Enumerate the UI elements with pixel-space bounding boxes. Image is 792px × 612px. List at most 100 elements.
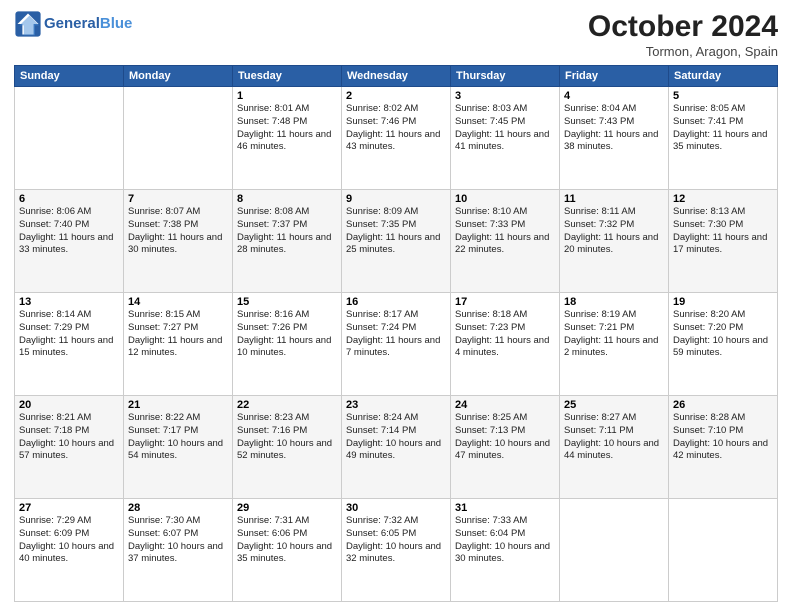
logo-icon [14, 10, 42, 38]
day-cell [669, 499, 778, 602]
day-number: 7 [128, 193, 228, 205]
logo-general: General [44, 15, 100, 32]
day-number: 12 [673, 193, 773, 205]
day-info: Sunrise: 7:32 AM Sunset: 6:05 PM Dayligh… [346, 515, 446, 566]
day-info: Sunrise: 8:19 AM Sunset: 7:21 PM Dayligh… [564, 309, 664, 360]
day-number: 27 [19, 502, 119, 514]
day-number: 6 [19, 193, 119, 205]
calendar-table: SundayMondayTuesdayWednesdayThursdayFrid… [14, 65, 778, 602]
day-cell: 28Sunrise: 7:30 AM Sunset: 6:07 PM Dayli… [124, 499, 233, 602]
day-info: Sunrise: 8:22 AM Sunset: 7:17 PM Dayligh… [128, 412, 228, 463]
day-info: Sunrise: 8:04 AM Sunset: 7:43 PM Dayligh… [564, 103, 664, 154]
day-number: 15 [237, 296, 337, 308]
day-cell: 14Sunrise: 8:15 AM Sunset: 7:27 PM Dayli… [124, 293, 233, 396]
day-cell: 9Sunrise: 8:09 AM Sunset: 7:35 PM Daylig… [342, 190, 451, 293]
logo-text: GeneralBlue [44, 16, 132, 33]
day-cell: 5Sunrise: 8:05 AM Sunset: 7:41 PM Daylig… [669, 87, 778, 190]
day-info: Sunrise: 8:07 AM Sunset: 7:38 PM Dayligh… [128, 206, 228, 257]
day-cell: 8Sunrise: 8:08 AM Sunset: 7:37 PM Daylig… [233, 190, 342, 293]
day-number: 5 [673, 90, 773, 102]
day-info: Sunrise: 8:10 AM Sunset: 7:33 PM Dayligh… [455, 206, 555, 257]
day-cell: 19Sunrise: 8:20 AM Sunset: 7:20 PM Dayli… [669, 293, 778, 396]
day-number: 25 [564, 399, 664, 411]
day-cell: 16Sunrise: 8:17 AM Sunset: 7:24 PM Dayli… [342, 293, 451, 396]
weekday-monday: Monday [124, 66, 233, 87]
day-info: Sunrise: 8:18 AM Sunset: 7:23 PM Dayligh… [455, 309, 555, 360]
day-cell: 6Sunrise: 8:06 AM Sunset: 7:40 PM Daylig… [15, 190, 124, 293]
day-number: 9 [346, 193, 446, 205]
day-cell: 15Sunrise: 8:16 AM Sunset: 7:26 PM Dayli… [233, 293, 342, 396]
day-info: Sunrise: 8:06 AM Sunset: 7:40 PM Dayligh… [19, 206, 119, 257]
day-info: Sunrise: 8:01 AM Sunset: 7:48 PM Dayligh… [237, 103, 337, 154]
day-number: 2 [346, 90, 446, 102]
day-info: Sunrise: 8:16 AM Sunset: 7:26 PM Dayligh… [237, 309, 337, 360]
day-cell: 4Sunrise: 8:04 AM Sunset: 7:43 PM Daylig… [560, 87, 669, 190]
day-number: 26 [673, 399, 773, 411]
day-info: Sunrise: 8:09 AM Sunset: 7:35 PM Dayligh… [346, 206, 446, 257]
day-info: Sunrise: 8:08 AM Sunset: 7:37 PM Dayligh… [237, 206, 337, 257]
day-info: Sunrise: 8:14 AM Sunset: 7:29 PM Dayligh… [19, 309, 119, 360]
weekday-wednesday: Wednesday [342, 66, 451, 87]
month-title: October 2024 [588, 10, 778, 43]
week-row-3: 13Sunrise: 8:14 AM Sunset: 7:29 PM Dayli… [15, 293, 778, 396]
day-number: 30 [346, 502, 446, 514]
day-cell: 27Sunrise: 7:29 AM Sunset: 6:09 PM Dayli… [15, 499, 124, 602]
day-number: 4 [564, 90, 664, 102]
day-cell: 25Sunrise: 8:27 AM Sunset: 7:11 PM Dayli… [560, 396, 669, 499]
day-number: 16 [346, 296, 446, 308]
day-cell: 12Sunrise: 8:13 AM Sunset: 7:30 PM Dayli… [669, 190, 778, 293]
day-cell: 7Sunrise: 8:07 AM Sunset: 7:38 PM Daylig… [124, 190, 233, 293]
day-cell: 17Sunrise: 8:18 AM Sunset: 7:23 PM Dayli… [451, 293, 560, 396]
title-block: October 2024 Tormon, Aragon, Spain [588, 10, 778, 59]
day-cell: 2Sunrise: 8:02 AM Sunset: 7:46 PM Daylig… [342, 87, 451, 190]
day-info: Sunrise: 7:30 AM Sunset: 6:07 PM Dayligh… [128, 515, 228, 566]
weekday-header-row: SundayMondayTuesdayWednesdayThursdayFrid… [15, 66, 778, 87]
week-row-2: 6Sunrise: 8:06 AM Sunset: 7:40 PM Daylig… [15, 190, 778, 293]
header: GeneralBlue October 2024 Tormon, Aragon,… [14, 10, 778, 59]
day-number: 18 [564, 296, 664, 308]
day-info: Sunrise: 8:24 AM Sunset: 7:14 PM Dayligh… [346, 412, 446, 463]
day-info: Sunrise: 7:33 AM Sunset: 6:04 PM Dayligh… [455, 515, 555, 566]
day-cell: 10Sunrise: 8:10 AM Sunset: 7:33 PM Dayli… [451, 190, 560, 293]
day-info: Sunrise: 8:03 AM Sunset: 7:45 PM Dayligh… [455, 103, 555, 154]
day-info: Sunrise: 8:15 AM Sunset: 7:27 PM Dayligh… [128, 309, 228, 360]
week-row-1: 1Sunrise: 8:01 AM Sunset: 7:48 PM Daylig… [15, 87, 778, 190]
day-number: 1 [237, 90, 337, 102]
day-number: 21 [128, 399, 228, 411]
week-row-5: 27Sunrise: 7:29 AM Sunset: 6:09 PM Dayli… [15, 499, 778, 602]
day-info: Sunrise: 7:29 AM Sunset: 6:09 PM Dayligh… [19, 515, 119, 566]
day-number: 24 [455, 399, 555, 411]
day-number: 28 [128, 502, 228, 514]
day-info: Sunrise: 8:28 AM Sunset: 7:10 PM Dayligh… [673, 412, 773, 463]
day-cell [124, 87, 233, 190]
day-cell [15, 87, 124, 190]
day-cell: 22Sunrise: 8:23 AM Sunset: 7:16 PM Dayli… [233, 396, 342, 499]
day-cell: 21Sunrise: 8:22 AM Sunset: 7:17 PM Dayli… [124, 396, 233, 499]
weekday-thursday: Thursday [451, 66, 560, 87]
day-info: Sunrise: 8:02 AM Sunset: 7:46 PM Dayligh… [346, 103, 446, 154]
weekday-friday: Friday [560, 66, 669, 87]
day-info: Sunrise: 8:20 AM Sunset: 7:20 PM Dayligh… [673, 309, 773, 360]
day-number: 19 [673, 296, 773, 308]
weekday-sunday: Sunday [15, 66, 124, 87]
day-cell: 24Sunrise: 8:25 AM Sunset: 7:13 PM Dayli… [451, 396, 560, 499]
day-cell: 1Sunrise: 8:01 AM Sunset: 7:48 PM Daylig… [233, 87, 342, 190]
day-cell: 30Sunrise: 7:32 AM Sunset: 6:05 PM Dayli… [342, 499, 451, 602]
day-cell: 18Sunrise: 8:19 AM Sunset: 7:21 PM Dayli… [560, 293, 669, 396]
day-info: Sunrise: 8:27 AM Sunset: 7:11 PM Dayligh… [564, 412, 664, 463]
logo-blue: Blue [100, 15, 133, 32]
day-number: 13 [19, 296, 119, 308]
day-number: 8 [237, 193, 337, 205]
day-info: Sunrise: 7:31 AM Sunset: 6:06 PM Dayligh… [237, 515, 337, 566]
subtitle: Tormon, Aragon, Spain [588, 44, 778, 59]
day-number: 11 [564, 193, 664, 205]
day-cell: 11Sunrise: 8:11 AM Sunset: 7:32 PM Dayli… [560, 190, 669, 293]
day-number: 29 [237, 502, 337, 514]
day-number: 22 [237, 399, 337, 411]
day-number: 20 [19, 399, 119, 411]
day-number: 14 [128, 296, 228, 308]
day-number: 10 [455, 193, 555, 205]
day-cell: 23Sunrise: 8:24 AM Sunset: 7:14 PM Dayli… [342, 396, 451, 499]
week-row-4: 20Sunrise: 8:21 AM Sunset: 7:18 PM Dayli… [15, 396, 778, 499]
day-info: Sunrise: 8:17 AM Sunset: 7:24 PM Dayligh… [346, 309, 446, 360]
